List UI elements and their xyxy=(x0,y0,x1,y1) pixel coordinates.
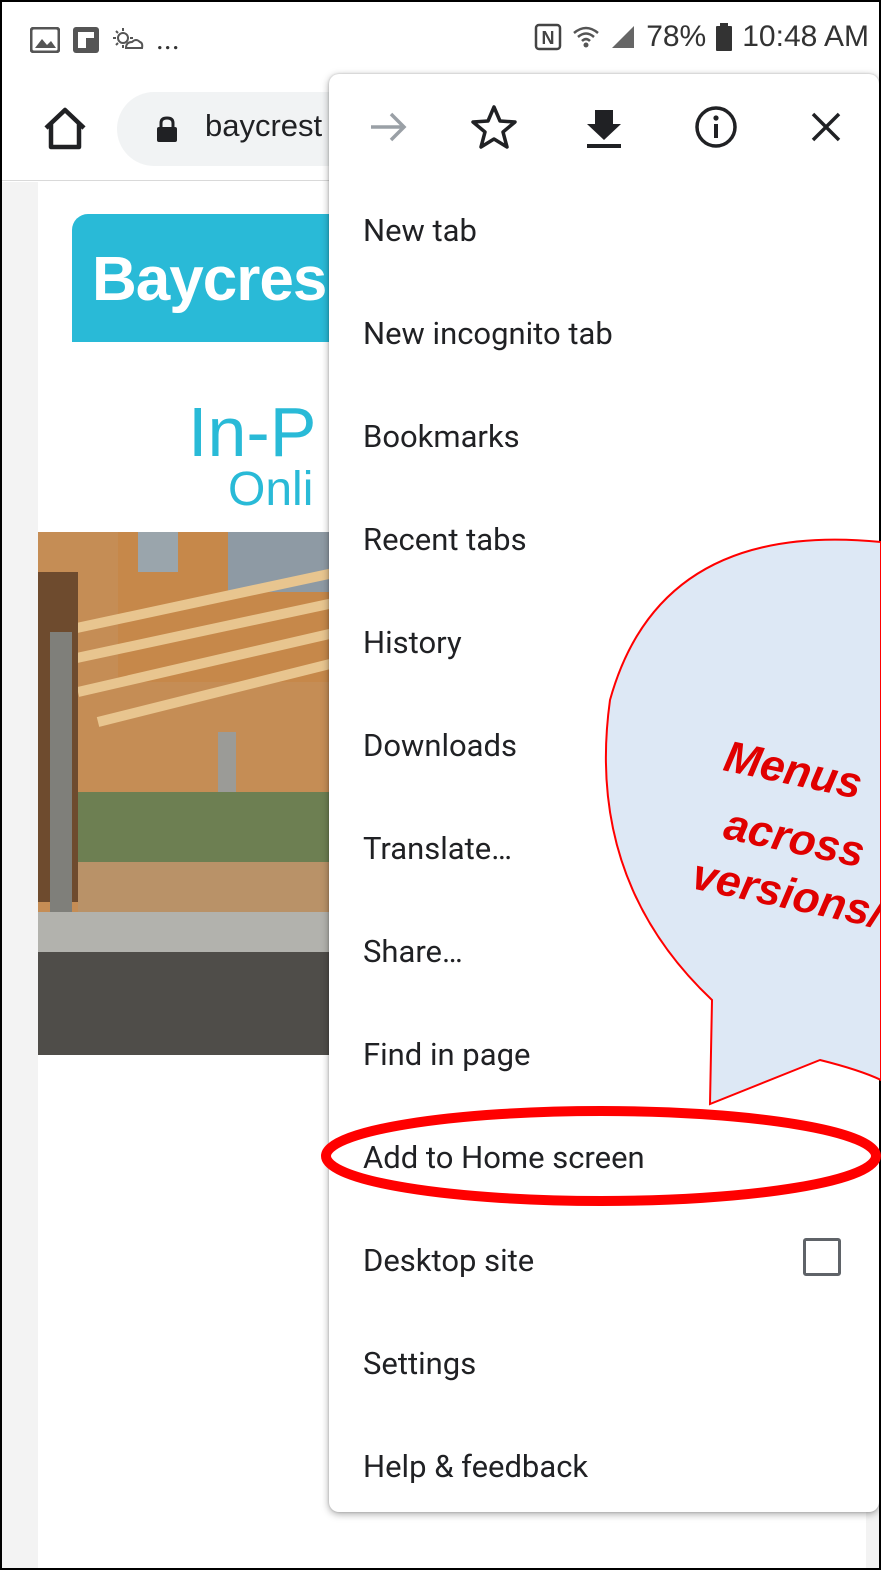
menu-item-share[interactable]: Share… xyxy=(329,899,879,1002)
courtyard-image xyxy=(38,532,338,1055)
notification-icons: ... xyxy=(30,22,180,57)
menu-action-row xyxy=(329,74,879,178)
flipboard-icon xyxy=(73,26,99,53)
site-logo[interactable]: Baycres xyxy=(72,214,372,342)
weather-icon xyxy=(113,27,144,49)
menu-item-recent-tabs[interactable]: Recent tabs xyxy=(329,487,879,590)
menu-list: New tab New incognito tab Bookmarks Rece… xyxy=(329,178,879,1517)
battery-percent: 78% xyxy=(646,20,707,53)
page-subheading: Onli xyxy=(228,463,314,516)
system-icons: N 78% 10:48 AM xyxy=(534,20,869,54)
menu-item-help-feedback[interactable]: Help & feedback xyxy=(329,1414,879,1517)
menu-item-translate[interactable]: Translate… xyxy=(329,796,879,899)
menu-item-label: Help & feedback xyxy=(363,1448,589,1485)
wifi-icon xyxy=(573,26,599,48)
battery-icon xyxy=(716,23,733,51)
forward-icon[interactable] xyxy=(363,102,413,152)
clock: 10:48 AM xyxy=(742,20,869,53)
menu-item-label: Downloads xyxy=(363,727,518,764)
page-heading: In-P xyxy=(188,393,317,471)
screenshot-frame: ... N 78% 10:48 AM baycrest Baycres In-P… xyxy=(0,0,881,1570)
url-text: baycrest xyxy=(205,108,323,143)
close-icon[interactable] xyxy=(801,102,851,152)
menu-item-new-tab[interactable]: New tab xyxy=(329,178,879,281)
menu-item-find-in-page[interactable]: Find in page xyxy=(329,1002,879,1105)
signal-icon xyxy=(612,26,635,48)
menu-item-bookmarks[interactable]: Bookmarks xyxy=(329,384,879,487)
menu-item-label: New incognito tab xyxy=(363,315,613,352)
bookmark-star-icon[interactable] xyxy=(469,102,519,152)
menu-item-downloads[interactable]: Downloads xyxy=(329,693,879,796)
menu-item-settings[interactable]: Settings xyxy=(329,1311,879,1414)
menu-item-history[interactable]: History xyxy=(329,590,879,693)
download-icon[interactable] xyxy=(579,102,629,152)
menu-item-add-to-home-screen[interactable]: Add to Home screen xyxy=(329,1105,879,1208)
more-notifications: ... xyxy=(156,22,180,57)
lock-icon xyxy=(157,116,177,142)
overflow-menu: New tab New incognito tab Bookmarks Rece… xyxy=(329,74,879,1512)
site-logo-text: Baycres xyxy=(92,245,327,314)
menu-item-label: Bookmarks xyxy=(363,418,520,455)
gallery-icon xyxy=(30,26,60,53)
nfc-icon: N xyxy=(534,23,562,51)
menu-item-label: Translate… xyxy=(363,830,512,867)
building-photo xyxy=(38,532,338,1055)
menu-item-label: Find in page xyxy=(363,1036,531,1073)
menu-item-label: New tab xyxy=(363,212,477,249)
menu-item-label: Recent tabs xyxy=(363,521,527,558)
menu-item-label: Desktop site xyxy=(363,1242,535,1279)
menu-item-label: Share… xyxy=(363,933,463,970)
menu-item-label: History xyxy=(363,624,462,661)
menu-item-desktop-site[interactable]: Desktop site xyxy=(329,1208,879,1311)
menu-item-new-incognito-tab[interactable]: New incognito tab xyxy=(329,281,879,384)
svg-text:N: N xyxy=(542,28,555,48)
info-icon[interactable] xyxy=(691,102,741,152)
status-bar: ... N 78% 10:48 AM xyxy=(2,2,879,78)
menu-item-label: Add to Home screen xyxy=(363,1139,645,1176)
menu-item-label: Settings xyxy=(363,1345,477,1382)
desktop-site-checkbox[interactable] xyxy=(803,1238,841,1276)
home-icon[interactable] xyxy=(40,104,90,154)
